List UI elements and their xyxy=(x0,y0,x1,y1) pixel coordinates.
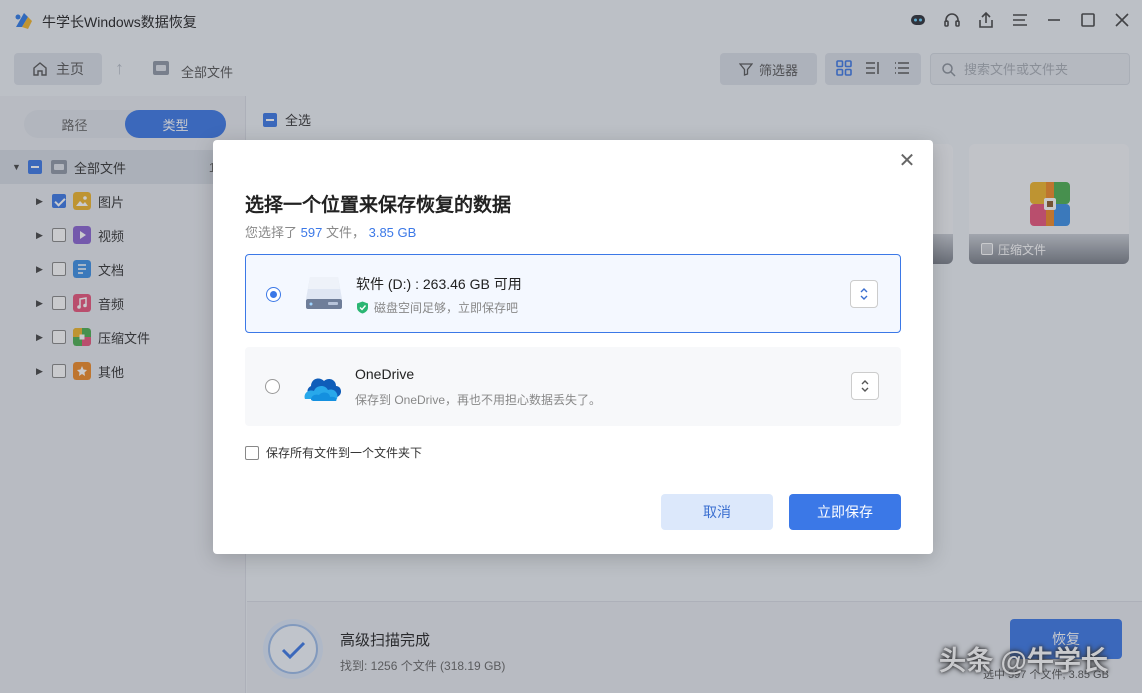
location-option-onedrive[interactable]: OneDrive 保存到 OneDrive，再也不用担心数据丢失了。 xyxy=(245,347,901,426)
dialog-selection-summary: 您选择了 597 文件， 3.85 GB xyxy=(245,222,416,241)
save-location-dialog: ✕ 选择一个位置来保存恢复的数据 您选择了 597 文件， 3.85 GB 软件… xyxy=(213,140,933,554)
onedrive-icon xyxy=(304,378,342,401)
summary-size: 3.85 GB xyxy=(368,225,417,240)
option-description: 保存到 OneDrive，再也不用担心数据丢失了。 xyxy=(355,391,601,408)
summary-count: 597 xyxy=(300,225,323,240)
save-now-button[interactable]: 立即保存 xyxy=(789,494,901,530)
save-to-one-folder-option[interactable]: 保存所有文件到一个文件夹下 xyxy=(245,444,422,461)
option-name: 软件 (D:) : 263.46 GB 可用 xyxy=(356,276,522,292)
save-to-one-folder-label: 保存所有文件到一个文件夹下 xyxy=(266,446,423,460)
option-desc-text: 保存到 OneDrive，再也不用担心数据丢失了。 xyxy=(355,393,602,407)
radio-onedrive[interactable] xyxy=(265,379,280,394)
option-name: OneDrive xyxy=(355,366,415,382)
hard-drive-icon xyxy=(306,277,342,309)
shield-check-icon xyxy=(357,301,368,314)
radio-drive-d[interactable] xyxy=(266,287,281,302)
cancel-button[interactable]: 取消 xyxy=(661,494,773,530)
option-description: 磁盘空间足够，立即保存吧 xyxy=(356,299,518,316)
summary-mid: 文件， xyxy=(325,225,365,240)
location-option-drive-d[interactable]: 软件 (D:) : 263.46 GB 可用 磁盘空间足够，立即保存吧 xyxy=(245,254,901,333)
dialog-close-icon[interactable]: ✕ xyxy=(895,148,919,172)
expand-stepper-icon[interactable] xyxy=(851,372,879,400)
dialog-title: 选择一个位置来保存恢复的数据 xyxy=(245,195,512,216)
option-desc-text: 磁盘空间足够，立即保存吧 xyxy=(374,301,519,315)
summary-prefix: 您选择了 xyxy=(245,225,298,240)
expand-stepper-icon[interactable] xyxy=(850,280,878,308)
save-to-one-folder-checkbox[interactable] xyxy=(245,445,259,460)
